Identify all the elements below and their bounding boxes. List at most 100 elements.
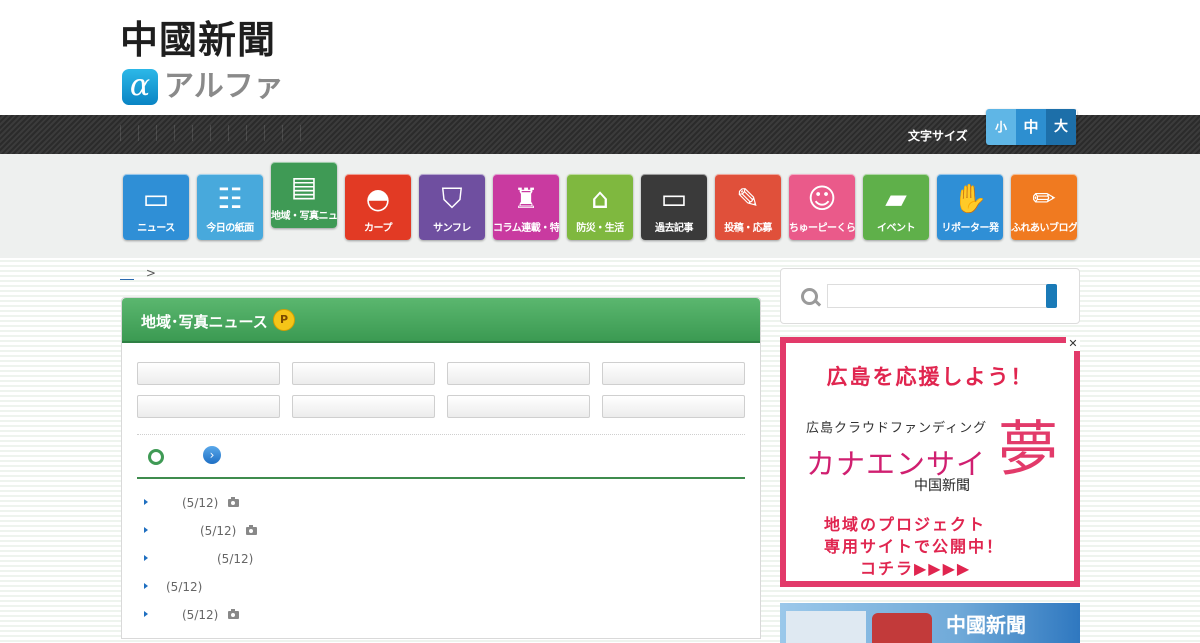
category-button[interactable]	[602, 362, 745, 385]
category-button[interactable]	[292, 395, 435, 418]
site-logo[interactable]: 中國新聞 α アルファ	[120, 18, 330, 110]
category-button[interactable]	[447, 362, 590, 385]
news-list-item[interactable]: (5/12)	[144, 524, 444, 542]
category-button[interactable]	[137, 362, 280, 385]
divider	[137, 434, 745, 435]
nav-item-label: ふれあいブログ	[1011, 223, 1077, 234]
camera-icon	[228, 497, 239, 507]
search-input[interactable]	[827, 284, 1047, 308]
font-size-small-button[interactable]: 小	[986, 109, 1016, 145]
section-rule	[137, 477, 745, 479]
ad-cta: コチラ▶▶▶▶	[860, 559, 972, 578]
hand-icon: ✋	[952, 182, 988, 215]
banner-photo	[872, 613, 932, 643]
site-header: 中國新聞 α アルファ	[0, 0, 1200, 115]
panel-header: 地域･写真ニュース P	[122, 298, 760, 343]
bullet-arrow-icon	[144, 555, 148, 561]
ad-text-line: 専用サイトで公開中！	[824, 537, 1005, 556]
camera-icon	[246, 525, 257, 535]
bar-decoration	[120, 125, 310, 141]
pencil-icon: ✏	[1032, 182, 1056, 215]
logo-alpha-text: アルファ	[164, 69, 284, 104]
nav-item[interactable]: ⛉ サンフレ	[419, 174, 485, 240]
nav-item[interactable]: ▤ 地域・写真ニュース	[271, 162, 337, 228]
nav-item-label: カープ	[364, 223, 392, 234]
nav-item-label: コラム連載・特集	[493, 223, 559, 234]
nav-item[interactable]: ☺ ちゅーピーくらぶ	[789, 174, 855, 240]
category-button[interactable]	[292, 362, 435, 385]
nav-item[interactable]: ▭ ニュース	[123, 174, 189, 240]
global-nav: ▭ ニュース ☷ 今日の紙面 ▤ 地域・写真ニュース ◓ カープ ⛉ サンフレ ♜ コラム連載・特集 ⌂…	[0, 154, 1200, 258]
folder-icon: ▭	[660, 182, 688, 215]
bottom-banner[interactable]: 中國新聞	[780, 603, 1080, 643]
font-size-large-button[interactable]: 大	[1046, 109, 1076, 145]
cap-icon: ◓	[365, 182, 391, 215]
category-button[interactable]	[602, 395, 745, 418]
news-list-item[interactable]: (5/12)	[144, 608, 444, 626]
ad-yume-mark: 夢	[998, 415, 1058, 485]
nav-item[interactable]: ✎ 投稿・応募	[715, 174, 781, 240]
logo-title: 中國新聞	[120, 17, 277, 62]
news-panel: 地域･写真ニュース P › (5/12) (5/12) (5/12) (5/12) (5…	[121, 297, 761, 639]
house-icon: ⌂	[591, 182, 609, 215]
news-date: (5/12)	[200, 524, 237, 538]
news-date: (5/12)	[182, 496, 219, 510]
ring-icon	[148, 449, 164, 465]
nav-item-label: 防災・生活	[576, 223, 624, 234]
nav-item-label: サンフレ	[433, 223, 471, 234]
nav-item-label: 過去記事	[655, 223, 694, 234]
reader-icon: ☷	[217, 182, 243, 215]
monitor-icon: ▭	[142, 182, 170, 215]
ad-headline: 広島を応援しよう！	[826, 365, 1034, 389]
news-date: (5/12)	[166, 580, 203, 594]
bullet-arrow-icon	[144, 527, 148, 533]
nav-item[interactable]: ✋ リポーター発	[937, 174, 1003, 240]
font-size-medium-button[interactable]: 中	[1016, 109, 1046, 145]
ad-text-line: 地域のプロジェクト	[824, 515, 987, 534]
news-date: (5/12)	[217, 552, 254, 566]
font-size-label: 文字サイズ	[908, 129, 968, 143]
nav-item-label: リポーター発	[941, 223, 1000, 234]
nav-item[interactable]: ▭ 過去記事	[641, 174, 707, 240]
nav-item[interactable]: ◓ カープ	[345, 174, 411, 240]
nav-item[interactable]: ⌂ 防災・生活	[567, 174, 633, 240]
bullet-arrow-icon	[144, 499, 148, 505]
bullet-arrow-icon	[144, 611, 148, 617]
category-button[interactable]	[137, 395, 280, 418]
premium-badge-icon: P	[273, 309, 295, 331]
ad-publisher: 中国新聞	[914, 478, 970, 494]
news-list-item[interactable]: (5/12)	[144, 552, 444, 570]
search-button[interactable]	[1046, 284, 1057, 308]
pen-paper-icon: ✎	[736, 182, 760, 215]
camera-icon	[228, 609, 239, 619]
breadcrumb-home-link[interactable]	[120, 267, 134, 280]
panel-title: 地域･写真ニュース	[141, 313, 268, 331]
news-list-item[interactable]: (5/12)	[144, 496, 444, 514]
more-arrow-icon[interactable]: ›	[203, 446, 221, 464]
nav-item-label: ちゅーピーくらぶ	[789, 223, 855, 234]
ad-banner[interactable]: ✕ 広島を応援しよう！ 広島クラウドファンディング カナエンサイ 夢 中国新聞 …	[780, 337, 1080, 587]
category-button[interactable]	[447, 395, 590, 418]
ad-close-icon[interactable]: ✕	[1066, 337, 1080, 351]
nav-item-label: 投稿・応募	[724, 223, 772, 234]
news-date: (5/12)	[182, 608, 219, 622]
nav-item-label: イベント	[877, 223, 916, 234]
helmet-icon: ♜	[513, 182, 539, 215]
alpha-logo-icon: α	[122, 69, 158, 105]
nav-item[interactable]: ♜ コラム連載・特集	[493, 174, 559, 240]
banner-title: 中國新聞	[946, 613, 1026, 637]
search-icon	[801, 288, 818, 305]
nav-item-label: 地域・写真ニュース	[271, 211, 337, 222]
nav-item[interactable]: ☷ 今日の紙面	[197, 174, 263, 240]
shoe-icon: ▰	[885, 182, 907, 215]
news-list-item[interactable]: (5/12)	[144, 580, 444, 598]
nav-item[interactable]: ▰ イベント	[863, 174, 929, 240]
breadcrumb-separator: >	[145, 266, 156, 280]
mascot-icon: ☺	[807, 182, 837, 215]
nav-item-label: ニュース	[137, 223, 175, 234]
shield-icon: ⛉	[441, 182, 463, 215]
ad-subtitle: 広島クラウドファンディング	[806, 421, 988, 436]
nav-item[interactable]: ✏ ふれあいブログ	[1011, 174, 1077, 240]
search-box	[780, 268, 1080, 324]
nav-item-label: 今日の紙面	[206, 223, 254, 234]
